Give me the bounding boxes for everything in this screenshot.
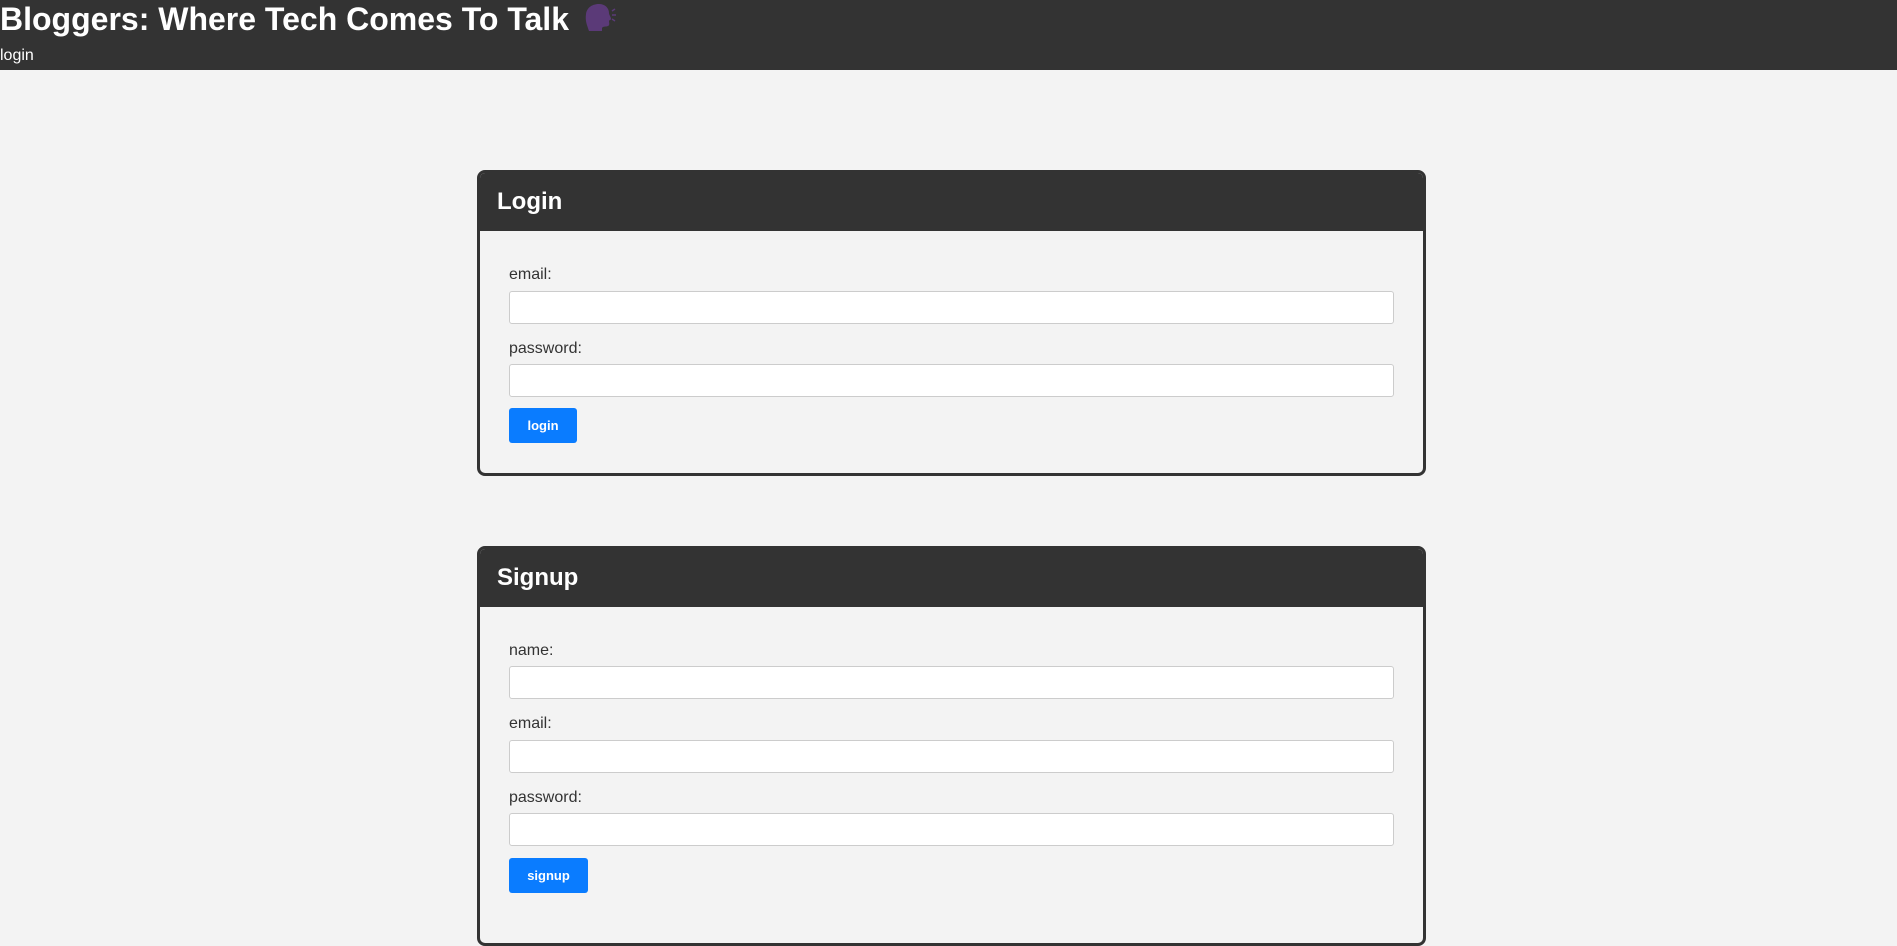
signup-email-label: email: <box>509 715 552 732</box>
signup-card-title: Signup <box>480 549 1423 607</box>
signup-email-input[interactable] <box>509 740 1394 773</box>
nav-login-link[interactable]: login <box>0 46 34 66</box>
login-card-title: Login <box>480 173 1423 231</box>
top-header: Bloggers: Where Tech Comes To Talk login <box>0 0 1897 70</box>
speaking-head-icon <box>581 1 617 37</box>
site-title-text: Bloggers: Where Tech Comes To Talk <box>0 1 569 37</box>
login-email-label: email: <box>509 266 552 283</box>
login-password-input[interactable] <box>509 364 1394 397</box>
login-password-label: password: <box>509 340 582 357</box>
signup-password-label: password: <box>509 789 582 806</box>
signup-name-input[interactable] <box>509 666 1394 699</box>
signup-password-input[interactable] <box>509 813 1394 846</box>
site-title: Bloggers: Where Tech Comes To Talk <box>0 0 617 38</box>
signup-button[interactable]: signup <box>509 858 588 893</box>
login-button[interactable]: login <box>509 408 577 443</box>
login-card: Login email: password: login <box>477 170 1426 476</box>
login-email-input[interactable] <box>509 291 1394 324</box>
signup-card: Signup name: email: password: signup <box>477 546 1426 946</box>
signup-name-label: name: <box>509 642 554 659</box>
